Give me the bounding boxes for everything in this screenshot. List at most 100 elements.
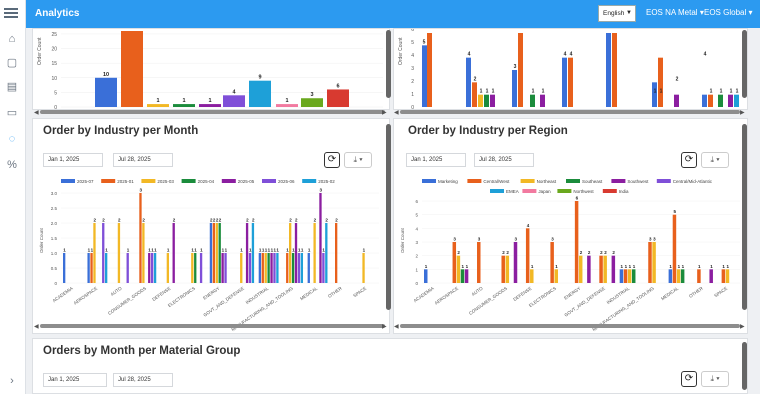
bar — [172, 223, 175, 283]
org-dropdown[interactable]: EOS Global ▾ — [704, 8, 753, 17]
horizontal-scrollbar[interactable] — [40, 110, 385, 114]
bar — [512, 70, 517, 107]
bar — [139, 193, 142, 283]
percent-icon[interactable]: % — [5, 158, 19, 172]
download-button[interactable]: ⤓ ▾ — [701, 371, 729, 387]
scroll-right-icon[interactable]: ▶ — [740, 323, 745, 330]
bar-value-label: 1 — [620, 264, 623, 269]
scroll-right-icon[interactable]: ▶ — [382, 109, 387, 116]
scroll-left-icon[interactable]: ◀ — [394, 109, 399, 116]
site-dropdown[interactable]: EOS NA Metal ▾ — [646, 8, 704, 17]
bar-value-label: 2 — [94, 218, 97, 223]
bar-value-label: 2 — [604, 250, 607, 255]
bar — [335, 223, 338, 283]
legend-swatch — [557, 189, 572, 193]
home-icon[interactable]: ⌂ — [5, 32, 19, 46]
lightbulb-icon[interactable]: ◌ — [5, 132, 19, 146]
bar — [151, 253, 154, 283]
scroll-right-icon[interactable]: ▶ — [382, 323, 387, 330]
refresh-button[interactable]: ⟳ — [681, 371, 697, 387]
bar-value-label: 2 — [588, 250, 591, 255]
bar — [291, 253, 295, 283]
vertical-scrollbar[interactable] — [386, 124, 391, 310]
bar-value-label: 1 — [633, 264, 636, 269]
bar-value-label: 1 — [276, 248, 279, 253]
bar — [93, 223, 96, 283]
date-to-input[interactable]: Jul 28, 2025 — [113, 373, 173, 387]
bar-value-label: 5 — [423, 39, 426, 45]
industry-month-chart: 2025-07 2025-01 2025-03 2025-04 2025-05 2025-… — [39, 179, 379, 332]
vertical-scrollbar[interactable] — [742, 124, 747, 310]
vertical-scrollbar[interactable] — [386, 30, 391, 98]
bar — [472, 82, 477, 107]
download-button[interactable]: ⤓ ▾ — [701, 152, 729, 168]
bar — [251, 223, 255, 283]
bar — [427, 33, 432, 107]
scroll-left-icon[interactable]: ◀ — [34, 109, 39, 116]
refresh-button[interactable]: ⟳ — [324, 152, 340, 168]
bar — [460, 269, 465, 283]
bar — [725, 269, 730, 283]
legend-swatch — [656, 179, 671, 183]
scroll-left-icon[interactable]: ◀ — [394, 323, 399, 330]
download-button[interactable]: ⤓ ▾ — [344, 152, 372, 168]
bar — [264, 253, 267, 283]
scroll-right-icon[interactable]: ▶ — [740, 109, 745, 116]
app-title: Analytics — [35, 8, 80, 19]
bar-value-label: 2 — [335, 218, 338, 223]
bar — [90, 253, 93, 283]
horizontal-scrollbar[interactable] — [400, 324, 740, 328]
legend-swatch — [101, 179, 116, 183]
table-icon[interactable]: ▤ — [5, 80, 19, 94]
date-from-input[interactable]: Jan 1, 2025 — [406, 153, 466, 167]
bar-value-label: 1 — [91, 248, 94, 253]
x-tick-label: AEROSPACE — [434, 286, 460, 306]
bar-value-label: 2 — [252, 218, 255, 223]
hamburger-menu-icon[interactable] — [0, 0, 26, 28]
bar-value-label: 2 — [142, 218, 145, 223]
document-icon[interactable]: ▢ — [5, 56, 19, 70]
bar-value-label: 1 — [722, 264, 725, 269]
date-to-input[interactable]: Jul 28, 2025 — [113, 153, 173, 167]
bar-value-label: 1 — [736, 89, 739, 95]
bar — [619, 269, 624, 283]
language-select[interactable]: English ▼ — [598, 5, 636, 22]
bar-value-label: 2 — [295, 218, 298, 223]
bar-value-label: 1 — [727, 264, 730, 269]
bar — [313, 223, 316, 283]
y-tick-label: 0 — [54, 281, 57, 286]
vertical-scrollbar[interactable] — [742, 30, 747, 98]
bar-value-label: 1 — [194, 248, 197, 253]
scroll-left-icon[interactable]: ◀ — [34, 323, 39, 330]
bar — [606, 33, 611, 107]
bar — [708, 94, 713, 107]
refresh-button[interactable]: ⟳ — [681, 152, 697, 168]
bar-value-label: 4 — [527, 223, 530, 228]
date-to-input[interactable]: Jul 28, 2025 — [474, 153, 534, 167]
y-tick-label: 25 — [51, 32, 57, 38]
legend-label: India — [619, 189, 629, 194]
y-tick-label: 15 — [51, 61, 57, 67]
bar-value-label: 1 — [710, 89, 713, 95]
bar — [518, 33, 523, 107]
bar — [672, 214, 677, 283]
y-axis-label: Order Count — [37, 37, 43, 65]
date-from-input[interactable]: Jan 1, 2025 — [43, 373, 107, 387]
industry-region-card: Order by Industry per Region Jan 1, 2025… — [393, 118, 748, 334]
horizontal-scrollbar[interactable] — [40, 324, 385, 328]
date-from-input[interactable]: Jan 1, 2025 — [43, 153, 103, 167]
vertical-scrollbar[interactable] — [742, 342, 747, 390]
bar-value-label: 1 — [425, 264, 428, 269]
bar-value-label: 1 — [660, 89, 663, 95]
horizontal-scrollbar[interactable] — [400, 110, 740, 114]
bar — [286, 253, 289, 283]
legend-label: 2025-07 — [77, 179, 94, 184]
bar — [623, 269, 628, 283]
bar-value-label: 1 — [531, 264, 534, 269]
bar-value-label: 4 — [564, 52, 567, 58]
bar — [550, 242, 554, 283]
expand-sidebar-icon[interactable]: › — [5, 374, 19, 388]
material-group-card: Orders by Month per Material Group Jan 1… — [32, 338, 748, 394]
bar — [530, 269, 534, 283]
monitor-icon[interactable]: ▭ — [5, 106, 19, 120]
